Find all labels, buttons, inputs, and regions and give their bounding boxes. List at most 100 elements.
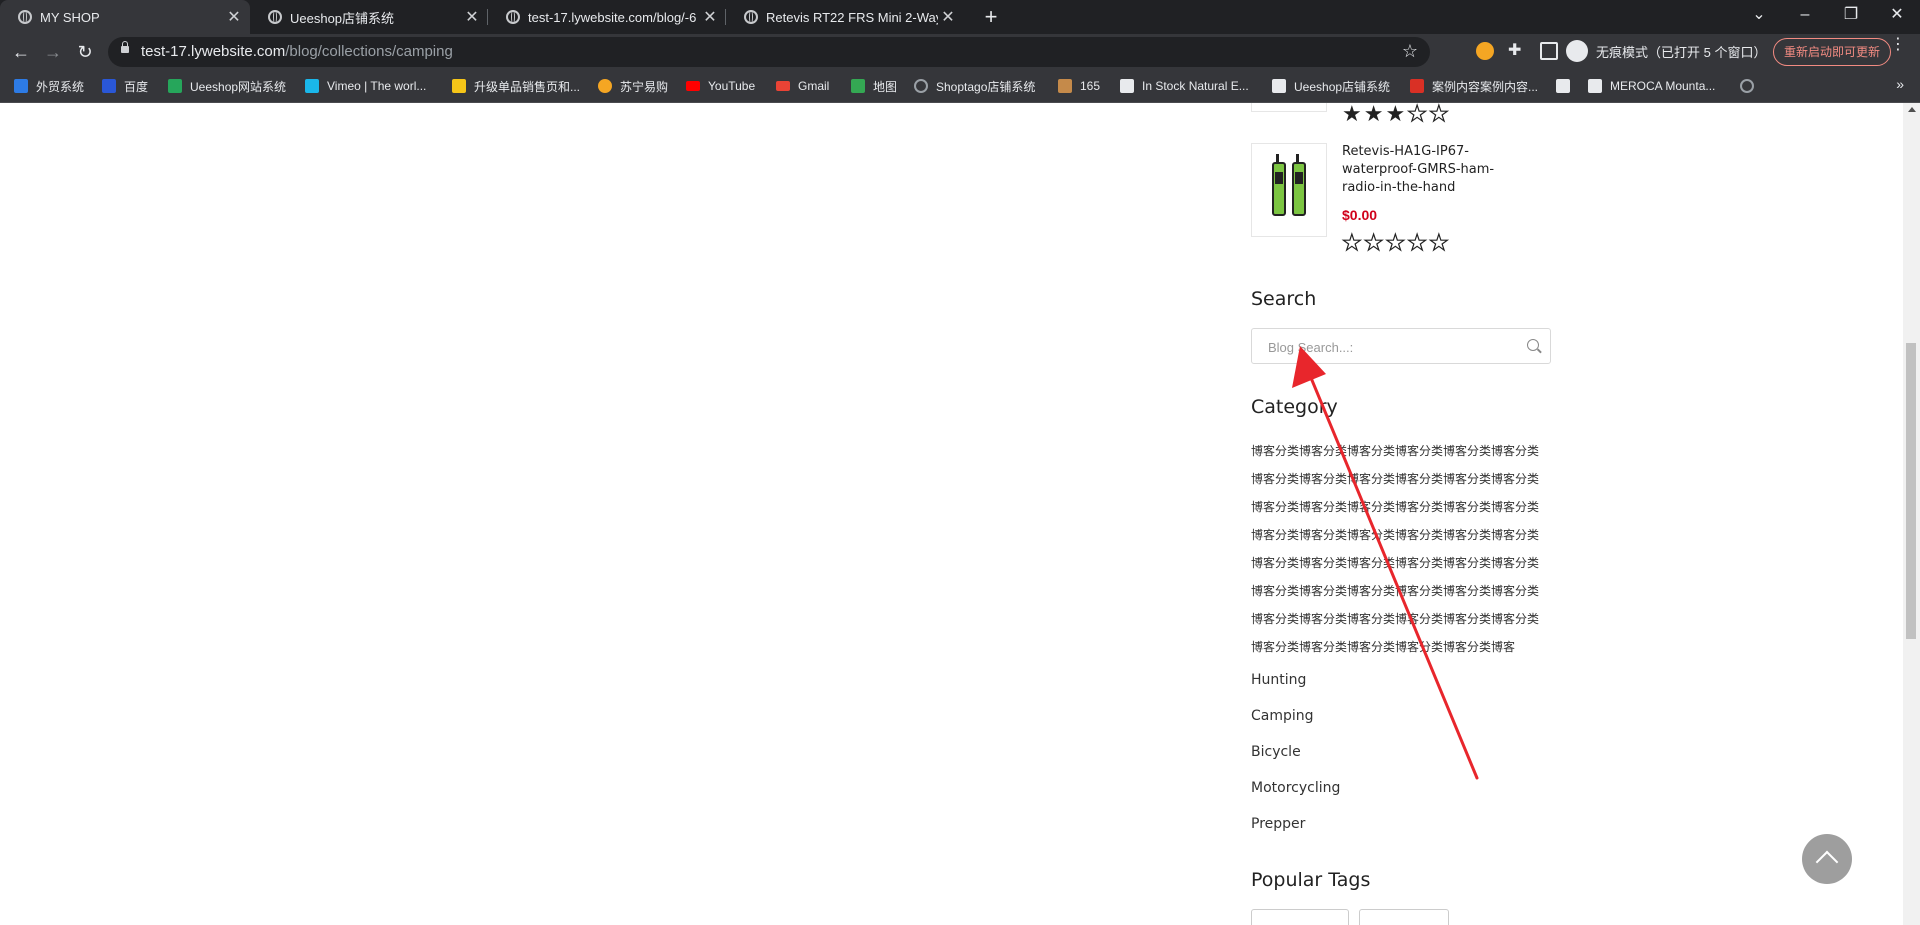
product-thumbnail[interactable] [1251,103,1327,112]
star-filled-icon: ★ [1363,103,1384,126]
product-rating: ★ ★ ★ ★ ★ [1342,103,1449,125]
annotation-arrow [1292,346,1479,780]
globe-icon [914,79,928,93]
bookmark-item[interactable] [1740,70,1762,102]
reload-button[interactable]: ↻ [73,40,97,64]
tag-chip[interactable] [1251,909,1349,925]
bookmark-item[interactable]: 地图 [851,70,897,102]
minimize-button[interactable]: – [1782,0,1828,34]
star-filled-icon: ★ [1342,103,1362,126]
bookmark-favicon-icon [1556,79,1570,93]
bookmark-item[interactable]: 案例内容案例内容... [1410,70,1538,102]
browser-toolbar: ← → ↻ test-17.lywebsite.com/blog/collect… [0,34,1920,70]
page-scrollbar[interactable] [1903,103,1920,925]
bookmark-favicon-icon [1588,79,1602,93]
tab-title: MY SHOP [40,9,100,25]
tab-title: Ueeshop店铺系统 [290,10,395,26]
tab-strip: MY SHOP ✕ Ueeshop店铺系统 ✕ test-17.lywebsit… [0,0,1920,34]
bookmark-item[interactable]: MEROCA Mounta... [1588,70,1715,102]
category-link-bicycle[interactable]: Bicycle [1251,744,1301,760]
category-link-hunting[interactable]: Hunting [1251,672,1306,688]
blog-search-input[interactable] [1266,329,1520,365]
extension-icon[interactable] [1476,42,1494,60]
globe-icon [18,10,32,24]
bookmark-item[interactable]: Ueeshop店铺系统 [1272,70,1390,102]
close-icon[interactable]: ✕ [938,7,958,27]
scroll-to-top-button[interactable] [1802,834,1852,884]
restore-button[interactable]: ❐ [1828,0,1874,34]
scrollbar-thumb[interactable] [1906,343,1916,639]
bookmark-item[interactable]: YouTube [686,70,755,102]
bookmark-item[interactable]: 苏宁易购 [598,70,668,102]
globe-icon [1740,79,1754,93]
bookmark-star-icon[interactable]: ☆ [1402,41,1418,62]
category-link-motorcycling[interactable]: Motorcycling [1251,780,1340,796]
bookmark-favicon-icon [14,79,28,93]
tab-ueeshop[interactable]: Ueeshop店铺系统 ✕ [250,0,488,34]
popular-tags-heading: Popular Tags [1251,869,1371,891]
forward-button[interactable]: → [41,40,65,64]
tab-my-shop[interactable]: MY SHOP ✕ [0,0,250,34]
category-link-prepper[interactable]: Prepper [1251,816,1305,832]
product-price: $0.00 [1342,207,1378,223]
tab-search-button[interactable]: ⌄ [1736,0,1782,34]
bookmark-favicon-icon [1120,79,1134,93]
back-button[interactable]: ← [9,40,33,64]
bookmark-favicon-icon [452,79,466,93]
category-link-camping[interactable]: Camping [1251,708,1314,724]
side-panel-icon[interactable] [1540,42,1558,60]
walkie-talkie-image [1292,154,1306,216]
page-content: ★ ★ ★ ★ ★ Retevis-HA1G-IP67-waterproof-G… [0,103,1920,925]
tab-title: Retevis RT22 FRS Mini 2-Way R [766,9,938,25]
star-empty-icon: ★ [1428,230,1449,255]
maps-icon [851,79,865,93]
bookmark-item[interactable]: 升级单品销售页和... [452,70,580,102]
address-bar[interactable]: test-17.lywebsite.com/blog/collections/c… [108,37,1430,67]
incognito-icon [1566,40,1588,62]
search-icon[interactable] [1527,339,1539,351]
tag-chip[interactable] [1359,909,1449,925]
menu-icon[interactable]: ⋮ [1890,37,1906,53]
category-link-long[interactable]: 博客分类博客分类博客分类博客分类博客分类博客分类博客分类博客分类博客分类博客分类… [1251,437,1547,661]
restart-to-update-button[interactable]: 重新启动即可更新 [1773,38,1892,66]
star-empty-icon: ★ [1363,230,1384,255]
incognito-indicator[interactable]: 无痕模式（已打开 5 个窗口） [1566,40,1766,62]
bookmark-item[interactable]: Ueeshop网站系统 [168,70,286,102]
url-text[interactable]: test-17.lywebsite.com/blog/collections/c… [141,43,453,60]
bookmark-item[interactable]: In Stock Natural E... [1120,70,1249,102]
scroll-up-arrow-icon[interactable] [1908,107,1916,112]
bookmark-favicon-icon [1058,79,1072,93]
bookmark-favicon-icon [102,79,116,93]
product-title[interactable]: Retevis-HA1G-IP67-waterproof-GMRS-ham-ra… [1342,143,1532,197]
globe-icon [744,10,758,24]
bookmark-item[interactable]: 外贸系统 [14,70,84,102]
bookmarks-overflow-icon[interactable]: » [1896,76,1904,92]
bookmark-item[interactable]: Vimeo | The worl... [305,70,426,102]
tab-title: test-17.lywebsite.com/blog/-6 [528,9,697,25]
bookmark-favicon-icon [1272,79,1286,93]
star-empty-icon: ★ [1341,230,1362,255]
window-close-button[interactable]: ✕ [1874,0,1920,34]
tab-blog[interactable]: test-17.lywebsite.com/blog/-6 ✕ [488,0,726,34]
bookmarks-bar: 外贸系统 百度 Ueeshop网站系统 Vimeo | The worl... … [0,70,1920,103]
new-tab-button[interactable]: + [978,4,1004,30]
youtube-icon [686,81,700,91]
extensions-puzzle-icon[interactable]: ✚ [1508,42,1526,60]
product-rating: ★ ★ ★ ★ ★ [1341,230,1449,255]
bookmark-item[interactable]: Gmail [776,70,829,102]
bookmark-item[interactable]: Shoptago店铺系统 [914,70,1035,102]
bookmark-item[interactable]: 百度 [102,70,148,102]
bookmark-favicon-icon [305,79,319,93]
bookmark-favicon-icon [168,79,182,93]
tab-retevis[interactable]: Retevis RT22 FRS Mini 2-Way R ✕ [726,0,964,34]
product-thumbnail[interactable] [1251,143,1327,237]
globe-icon [506,10,520,24]
lock-icon [121,41,129,53]
close-icon[interactable]: ✕ [700,7,720,27]
star-empty-icon: ★ [1407,230,1428,255]
close-icon[interactable]: ✕ [224,7,244,27]
star-empty-icon: ★ [1407,103,1428,126]
bookmark-item[interactable]: 165 [1058,70,1100,102]
close-icon[interactable]: ✕ [462,7,482,27]
bookmark-item[interactable] [1556,70,1578,102]
